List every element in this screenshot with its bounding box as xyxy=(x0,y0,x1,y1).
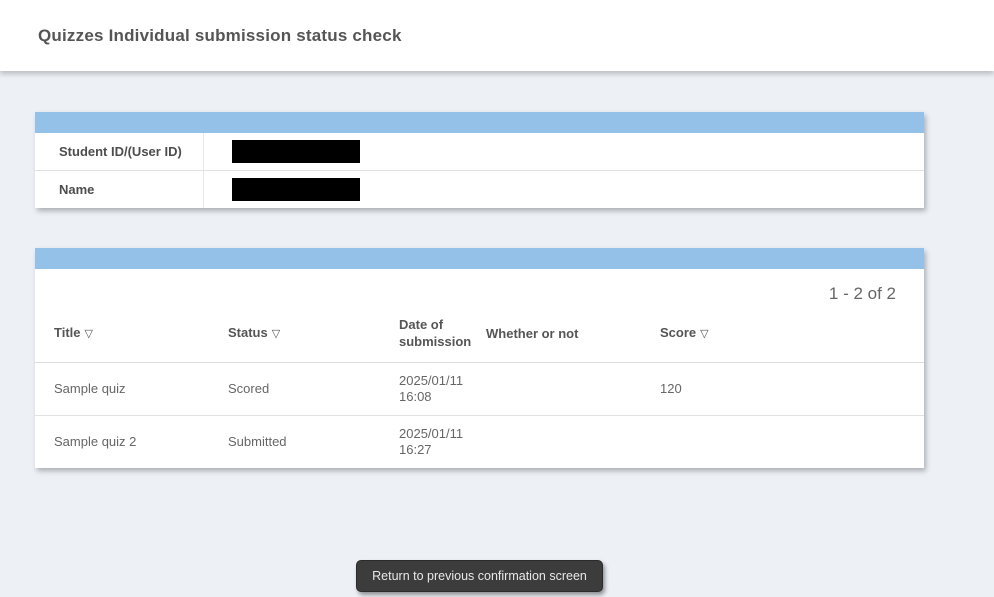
column-header-title[interactable]: Title ▽ xyxy=(35,312,209,363)
content-area: Student ID/(User ID) Name 1 - 2 of 2 xyxy=(35,112,924,592)
student-info-header-bar xyxy=(35,112,924,133)
sort-icon: ▽ xyxy=(700,328,708,340)
submissions-header-bar xyxy=(35,248,924,269)
table-row: Sample quiz 2 Submitted 2025/01/11 16:27 xyxy=(35,416,924,469)
submissions-card: 1 - 2 of 2 Title ▽ Status ▽ Date of submis… xyxy=(35,248,924,468)
student-info-card: Student ID/(User ID) Name xyxy=(35,112,924,208)
page-title: Quizzes Individual submission status che… xyxy=(38,26,402,46)
name-label: Name xyxy=(35,171,203,209)
redacted-name xyxy=(232,178,360,201)
status-cell: Submitted xyxy=(209,416,380,469)
student-id-label: Student ID/(User ID) xyxy=(35,133,203,171)
column-header-score[interactable]: Score ▽ xyxy=(641,312,924,363)
whether-or-not-cell xyxy=(467,416,641,469)
table-row: Sample quiz Scored 2025/01/11 16:08 120 xyxy=(35,363,924,416)
whether-or-not-cell xyxy=(467,363,641,416)
top-header: Quizzes Individual submission status che… xyxy=(0,0,994,71)
student-info-table: Student ID/(User ID) Name xyxy=(35,133,924,208)
redacted-student-id xyxy=(232,140,360,163)
score-cell: 120 xyxy=(641,363,924,416)
column-header-status[interactable]: Status ▽ xyxy=(209,312,380,363)
column-header-date-of-submission: Date of submission xyxy=(380,312,467,363)
date-of-submission-cell: 2025/01/11 16:08 xyxy=(380,363,467,416)
student-id-value-cell xyxy=(203,133,924,171)
name-value-cell xyxy=(203,171,924,209)
column-header-label: Title xyxy=(54,325,81,340)
quiz-title-cell: Sample quiz 2 xyxy=(35,416,209,469)
date-of-submission-cell: 2025/01/11 16:27 xyxy=(380,416,467,469)
submissions-table: Title ▽ Status ▽ Date of submission Whethe… xyxy=(35,312,924,468)
pagination-label: 1 - 2 of 2 xyxy=(35,269,924,312)
table-row: Name xyxy=(35,171,924,209)
table-header-row: Title ▽ Status ▽ Date of submission Whethe… xyxy=(35,312,924,363)
sort-icon: ▽ xyxy=(272,328,280,340)
column-header-label: Date of submission xyxy=(399,317,471,349)
column-header-label: Score xyxy=(660,325,696,340)
status-cell: Scored xyxy=(209,363,380,416)
sort-icon: ▽ xyxy=(85,328,93,340)
column-header-label: Whether or not xyxy=(486,326,578,341)
footer-actions: Return to previous confirmation screen xyxy=(35,560,924,592)
column-header-label: Status xyxy=(228,325,268,340)
column-header-whether-or-not: Whether or not xyxy=(467,312,641,363)
table-row: Student ID/(User ID) xyxy=(35,133,924,171)
quiz-title-cell: Sample quiz xyxy=(35,363,209,416)
return-to-previous-button[interactable]: Return to previous confirmation screen xyxy=(356,560,603,592)
score-cell xyxy=(641,416,924,469)
